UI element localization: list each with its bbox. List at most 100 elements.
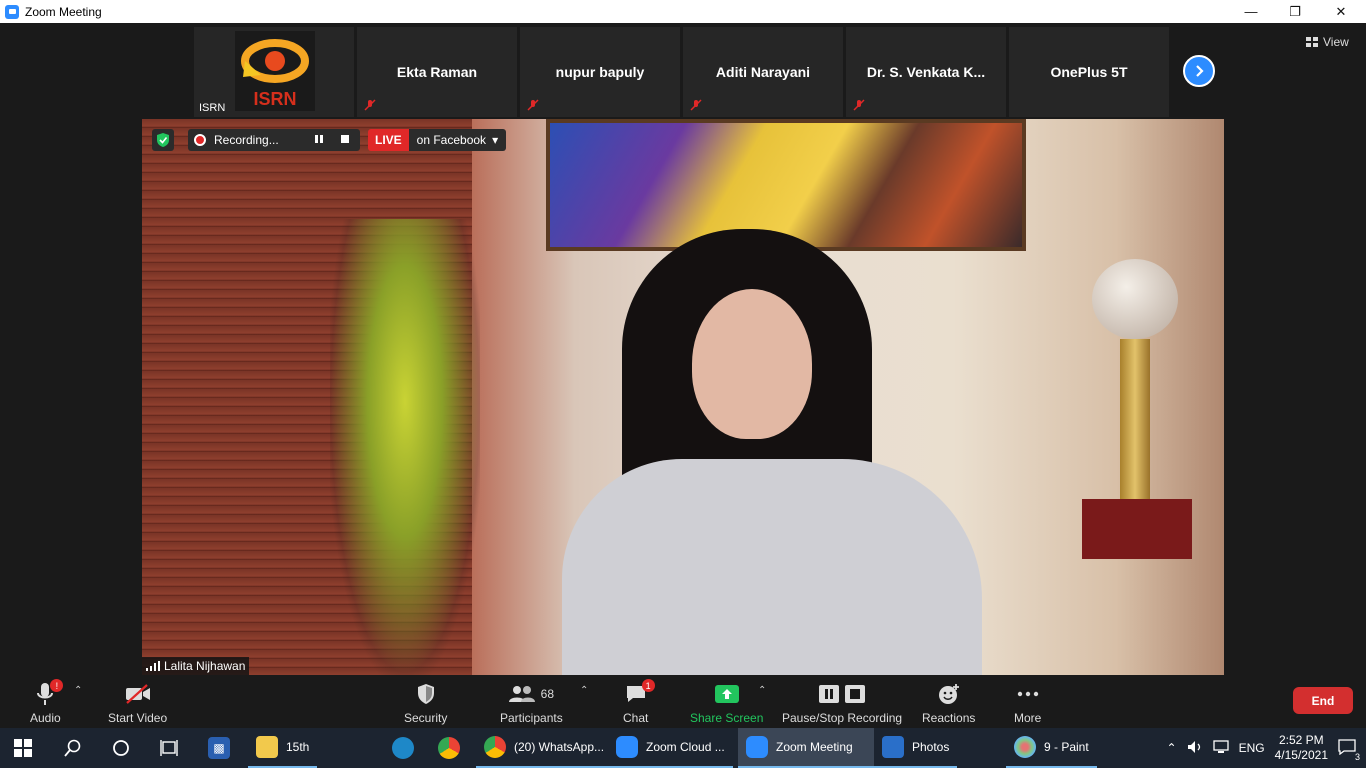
muted-mic-icon: [690, 99, 702, 111]
chat-unread-badge: 1: [641, 679, 655, 692]
audio-label: Audio: [30, 711, 61, 725]
security-button[interactable]: Security: [404, 679, 447, 725]
chat-label: Chat: [623, 711, 649, 725]
isrn-logo: ISRN: [235, 31, 315, 111]
network-icon[interactable]: [1212, 739, 1229, 757]
pause-recording-icon[interactable]: [314, 133, 324, 147]
notification-count: 3: [1354, 751, 1360, 762]
title-bar: Zoom Meeting — ❐ ✕: [0, 0, 1366, 23]
record-dot-icon: [194, 134, 206, 146]
security-label: Security: [404, 711, 448, 725]
view-button[interactable]: View: [1306, 35, 1349, 49]
participant-name: ISRN: [199, 102, 226, 114]
taskbar-item-label: Photos: [912, 740, 950, 754]
pinned-app[interactable]: ▩: [200, 728, 238, 768]
audio-button[interactable]: ! Audio: [30, 679, 64, 725]
clock-time: 2:52 PM: [1278, 733, 1324, 747]
thumbnail-isrn[interactable]: ISRN ISRN: [194, 27, 354, 117]
laptop-icon: ▩: [208, 737, 230, 759]
live-target-label: on Facebook: [416, 133, 487, 147]
participant-name: nupur bapuly: [555, 64, 645, 80]
clock-date: 4/15/2021: [1274, 748, 1328, 762]
grid-icon: [1306, 37, 1318, 47]
taskbar-item-label: Zoom Cloud ...: [646, 740, 725, 754]
participants-options-caret-icon[interactable]: ⌃: [580, 685, 588, 696]
trophy: [1082, 259, 1192, 559]
minimize-button[interactable]: —: [1228, 0, 1274, 23]
window-title: Zoom Meeting: [25, 4, 102, 19]
participants-button[interactable]: 68 Participants: [500, 679, 563, 725]
zoom-icon: [616, 736, 638, 758]
reactions-label: Reactions: [922, 711, 976, 725]
taskbar-zoom-cloud[interactable]: Zoom Cloud ...: [608, 728, 733, 768]
start-button[interactable]: [6, 728, 40, 768]
active-speaker-video: Recording... LIVE on Facebook ▾ Lalita N…: [142, 119, 1224, 675]
stop-recording-icon[interactable]: [340, 133, 350, 147]
close-button[interactable]: ✕: [1318, 0, 1364, 23]
start-video-label: Start Video: [108, 711, 168, 725]
taskbar-folder-15th[interactable]: 15th: [248, 728, 318, 768]
search-icon: [64, 739, 81, 757]
share-options-caret-icon[interactable]: ⌃: [758, 685, 766, 696]
task-view-button[interactable]: [152, 728, 186, 768]
share-screen-icon: [714, 685, 739, 703]
participant-name: Ekta Raman: [396, 64, 478, 80]
participants-icon: [508, 686, 535, 702]
next-page-button[interactable]: [1183, 55, 1215, 87]
signal-strength-icon: [146, 661, 160, 671]
taskbar-item-label: 9 - Paint: [1044, 740, 1089, 754]
windows-logo-icon: [14, 739, 32, 757]
thumbnail-participant[interactable]: Ekta Raman: [357, 27, 517, 117]
photos-icon: [882, 736, 904, 758]
participants-label: Participants: [500, 711, 563, 725]
restore-button[interactable]: ❐: [1272, 0, 1318, 23]
thumbnail-participant[interactable]: Aditi Narayani: [683, 27, 843, 117]
chrome-icon: [438, 737, 460, 759]
reactions-button[interactable]: Reactions: [922, 679, 975, 725]
clock[interactable]: 2:52 PM 4/15/2021: [1275, 733, 1328, 763]
language-indicator[interactable]: ENG: [1239, 741, 1265, 755]
taskbar-whatsapp[interactable]: (20) WhatsApp...: [476, 728, 613, 768]
speaker-volume-icon[interactable]: [1187, 740, 1203, 757]
speaker-person: [562, 229, 992, 675]
live-badge: LIVE: [368, 129, 409, 151]
view-label: View: [1323, 35, 1349, 49]
encryption-shield-icon[interactable]: [152, 129, 174, 151]
task-view-icon: [160, 740, 178, 756]
thumbnail-participant[interactable]: OnePlus 5T: [1009, 27, 1169, 117]
cortana-button[interactable]: [104, 728, 138, 768]
audio-options-caret-icon[interactable]: ⌃: [74, 685, 82, 696]
muted-mic-icon: [364, 99, 376, 111]
zoom-icon: [746, 736, 768, 758]
notifications-button[interactable]: 3: [1338, 738, 1360, 762]
participant-name: Aditi Narayani: [715, 64, 811, 80]
participant-name: Dr. S. Venkata K...: [866, 64, 986, 80]
tray-expand-icon[interactable]: ⌃: [1167, 741, 1177, 755]
plant-stand: [330, 219, 480, 675]
taskbar-photos[interactable]: Photos: [874, 728, 958, 768]
thumbnail-participant[interactable]: nupur bapuly: [520, 27, 680, 117]
live-stream-indicator[interactable]: LIVE on Facebook ▾: [368, 129, 507, 151]
search-button[interactable]: [56, 728, 90, 768]
participant-name: OnePlus 5T: [1050, 64, 1128, 80]
share-screen-button[interactable]: Share Screen: [690, 679, 763, 725]
more-label: More: [1014, 711, 1042, 725]
thumbnail-participant[interactable]: Dr. S. Venkata K...: [846, 27, 1006, 117]
zoom-app-icon: [5, 4, 19, 19]
more-button[interactable]: More: [1014, 679, 1041, 725]
muted-mic-icon: [527, 99, 539, 111]
taskbar-paint[interactable]: 9 - Paint: [1006, 728, 1097, 768]
muted-mic-icon: [853, 99, 865, 111]
share-screen-label: Share Screen: [690, 711, 764, 725]
taskbar-zoom-meeting[interactable]: Zoom Meeting: [738, 728, 874, 768]
folder-icon: [256, 736, 278, 758]
live-target: on Facebook ▾: [408, 129, 507, 151]
taskbar-edge[interactable]: [384, 728, 422, 768]
pause-stop-recording-button[interactable]: Pause/Stop Recording: [782, 679, 902, 725]
recording-label: Pause/Stop Recording: [782, 711, 903, 725]
notification-center-icon: [1338, 738, 1356, 755]
taskbar-chrome[interactable]: [430, 728, 468, 768]
start-video-button[interactable]: Start Video: [108, 679, 167, 725]
chat-button[interactable]: 1 Chat: [623, 679, 655, 725]
end-meeting-button[interactable]: End: [1293, 687, 1353, 714]
